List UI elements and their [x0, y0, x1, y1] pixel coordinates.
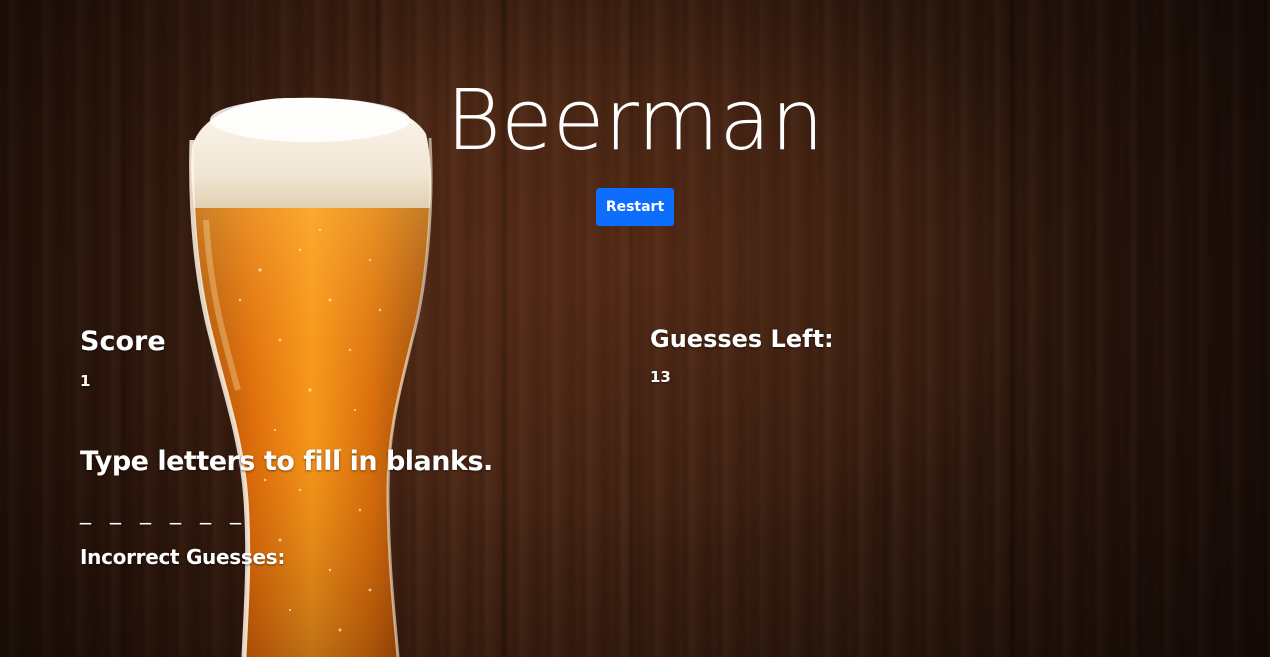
incorrect-guesses-heading: Incorrect Guesses: — [80, 545, 286, 569]
instructions-text: Type letters to fill in blanks. — [80, 446, 493, 477]
score-heading: Score — [80, 326, 166, 357]
score-value: 1 — [80, 372, 91, 390]
beer-glass-icon — [189, 97, 433, 657]
restart-button[interactable]: Restart — [596, 188, 674, 226]
game-title: Beerman — [446, 71, 824, 169]
word-blanks: _ _ _ _ _ _ — [80, 500, 247, 525]
guesses-left-heading: Guesses Left: — [650, 325, 834, 353]
guesses-left-value: 13 — [650, 368, 671, 386]
